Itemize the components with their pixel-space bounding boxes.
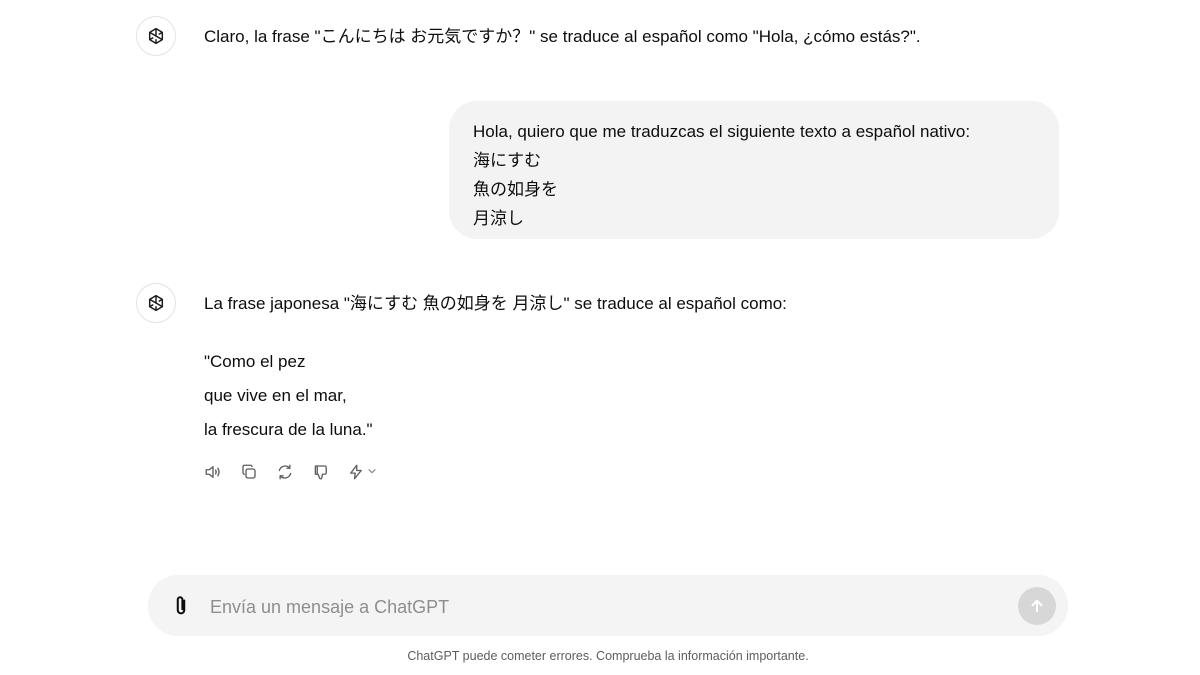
assistant-message-2-intro: La frase japonesa "海にすむ 魚の如身を 月涼し" se tr… (204, 294, 787, 313)
copy-button[interactable] (238, 461, 260, 483)
assistant-message-1: Claro, la frase "こんにちは お元気ですか？" se tradu… (204, 27, 921, 46)
attach-button[interactable] (168, 593, 194, 619)
user-message-line: 海にすむ (473, 151, 542, 170)
poem-line: que vive en el mar, (204, 386, 347, 405)
poem-line: "Como el pez (204, 352, 306, 371)
footer-disclaimer: ChatGPT puede cometer errores. Comprueba… (407, 649, 809, 663)
message-actions (202, 461, 377, 483)
regenerate-button[interactable] (274, 461, 296, 483)
copy-icon (242, 464, 256, 479)
user-message-line: 魚の如身を (473, 180, 558, 199)
regenerate-icon (278, 464, 292, 480)
user-message-line: Hola, quiero que me traduzcas el siguien… (473, 122, 971, 141)
assistant-avatar (136, 283, 176, 323)
read-aloud-icon (205, 466, 220, 478)
user-message-line: 月涼し (473, 209, 524, 228)
arrow-up-icon (1031, 599, 1043, 613)
lightning-icon (350, 464, 362, 480)
poem-line: la frescura de la luna." (204, 420, 373, 439)
model-switch-button[interactable] (346, 461, 377, 483)
paperclip-icon (176, 596, 186, 615)
message-input[interactable] (208, 591, 1002, 623)
thumbs-down-icon (314, 465, 327, 480)
thumbs-down-button[interactable] (310, 461, 332, 483)
openai-logo-icon (148, 294, 164, 312)
lightning-button (346, 461, 366, 483)
send-button[interactable] (1018, 587, 1056, 625)
chevron-down-icon (367, 463, 377, 481)
chat-page: Claro, la frase "こんにちは お元気ですか？" se tradu… (0, 0, 1200, 675)
read-aloud-button[interactable] (202, 461, 224, 483)
openai-logo-icon (148, 27, 164, 45)
user-message-bubble: Hola, quiero que me traduzcas el siguien… (449, 101, 1059, 239)
assistant-avatar (136, 16, 176, 56)
message-composer (148, 575, 1068, 636)
